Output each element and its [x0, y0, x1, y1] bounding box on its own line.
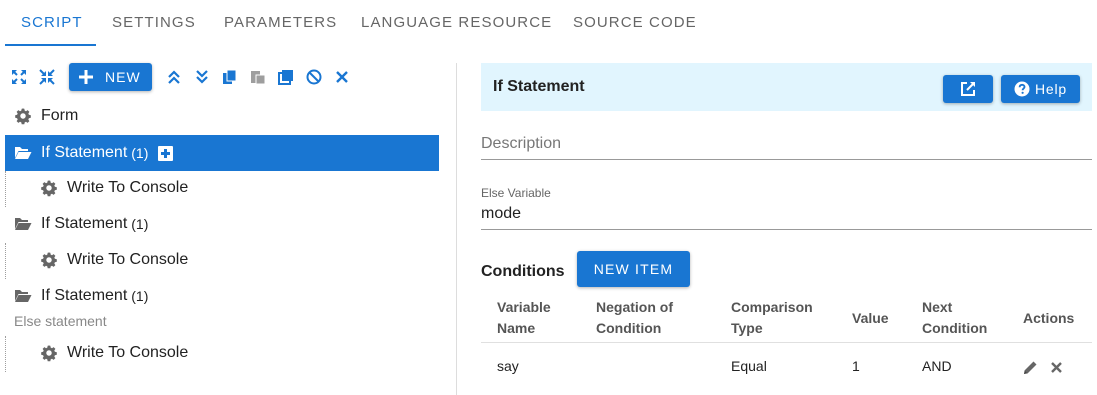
tree-item-label: Write To Console [67, 179, 189, 196]
tab-bar: SCRIPT SETTINGS PARAMETERS LANGUAGE RESO… [0, 0, 1097, 47]
gear-icon [40, 251, 58, 269]
cell-value: 1 [852, 358, 860, 374]
edit-icon[interactable] [1022, 359, 1039, 376]
collapse-all-icon[interactable] [38, 68, 56, 86]
folder-open-icon [14, 144, 32, 162]
gear-icon [14, 107, 32, 125]
tab-source-code[interactable]: SOURCE CODE [573, 14, 697, 31]
new-button[interactable]: NEW [69, 63, 152, 91]
else-variable-value: mode [481, 205, 522, 222]
cell-comparison-type: Equal [731, 358, 767, 374]
duplicate-icon[interactable] [277, 68, 295, 86]
column-header-negation: Negation of Condition [596, 299, 673, 336]
tree-item-write-to-console-2[interactable]: Write To Console [40, 242, 439, 278]
active-tab-indicator [5, 44, 96, 46]
tree-item-label: If Statement [41, 287, 128, 304]
tab-parameters[interactable]: PARAMETERS [224, 14, 337, 31]
add-icon [79, 70, 93, 84]
folder-open-icon [14, 287, 32, 305]
move-up-icon[interactable] [165, 68, 183, 86]
tree-item-label: If Statement [41, 215, 128, 232]
else-variable-label: Else Variable [481, 186, 551, 200]
tree-item-label: Write To Console [67, 251, 189, 268]
column-header-next-condition: Next Condition [922, 299, 988, 336]
table-header-divider [481, 342, 1092, 343]
delete-row-icon[interactable] [1048, 359, 1065, 376]
copy-icon[interactable] [221, 68, 239, 86]
tree-item-write-to-console-3[interactable]: Write To Console [40, 335, 439, 371]
tab-script[interactable]: SCRIPT [21, 14, 83, 31]
conditions-title: Conditions [481, 263, 565, 280]
tree-item-if-statement-2[interactable]: If Statement (1) [14, 206, 439, 242]
column-header-actions: Actions [1023, 310, 1075, 326]
panel-divider [456, 63, 457, 395]
add-child-icon[interactable] [158, 145, 174, 161]
paste-icon[interactable] [249, 68, 267, 86]
else-statement-label: Else statement [14, 313, 107, 329]
tab-language-resource[interactable]: LANGUAGE RESOURCE [361, 14, 552, 31]
new-button-label: NEW [105, 69, 141, 85]
child-count: (1) [131, 216, 149, 232]
column-header-variable-name: Variable Name [497, 299, 551, 336]
help-button-label: Help [1035, 81, 1067, 97]
cell-variable-name: say [497, 358, 519, 374]
tree-item-if-statement-3[interactable]: If Statement (1) [14, 278, 439, 314]
properties-header: If Statement Help [481, 63, 1092, 111]
external-link-icon [961, 82, 975, 96]
tab-settings[interactable]: SETTINGS [112, 14, 196, 31]
new-item-button[interactable]: NEW ITEM [577, 251, 690, 287]
description-field[interactable]: Description [481, 128, 1092, 160]
tree-guide-line [5, 171, 6, 207]
column-header-comparison-type: Comparison Type [731, 299, 813, 336]
disable-icon[interactable] [305, 68, 323, 86]
tree-item-if-statement-1[interactable]: If Statement (1) [5, 135, 439, 171]
tree-item-label: Form [41, 107, 79, 124]
child-count: (1) [131, 145, 149, 161]
tree-item-form[interactable]: Form [14, 98, 439, 134]
tree-item-label: If Statement [41, 144, 128, 161]
move-down-icon[interactable] [193, 68, 211, 86]
delete-icon[interactable] [333, 68, 351, 86]
panel-title: If Statement [493, 78, 585, 95]
help-icon [1014, 81, 1030, 97]
cell-next-condition: AND [922, 358, 952, 374]
tree-item-write-to-console-1[interactable]: Write To Console [40, 170, 439, 206]
folder-open-icon [14, 215, 32, 233]
expand-all-icon[interactable] [10, 68, 28, 86]
column-header-value: Value [852, 310, 889, 326]
gear-icon [40, 344, 58, 362]
tree-guide-line [5, 243, 6, 279]
tree-guide-line [5, 336, 6, 372]
tree-item-label: Write To Console [67, 344, 189, 361]
gear-icon [40, 179, 58, 197]
child-count: (1) [131, 288, 149, 304]
help-button[interactable]: Help [1001, 75, 1080, 103]
else-variable-field[interactable]: Else Variable mode [481, 183, 1092, 230]
open-external-button[interactable] [943, 75, 993, 103]
